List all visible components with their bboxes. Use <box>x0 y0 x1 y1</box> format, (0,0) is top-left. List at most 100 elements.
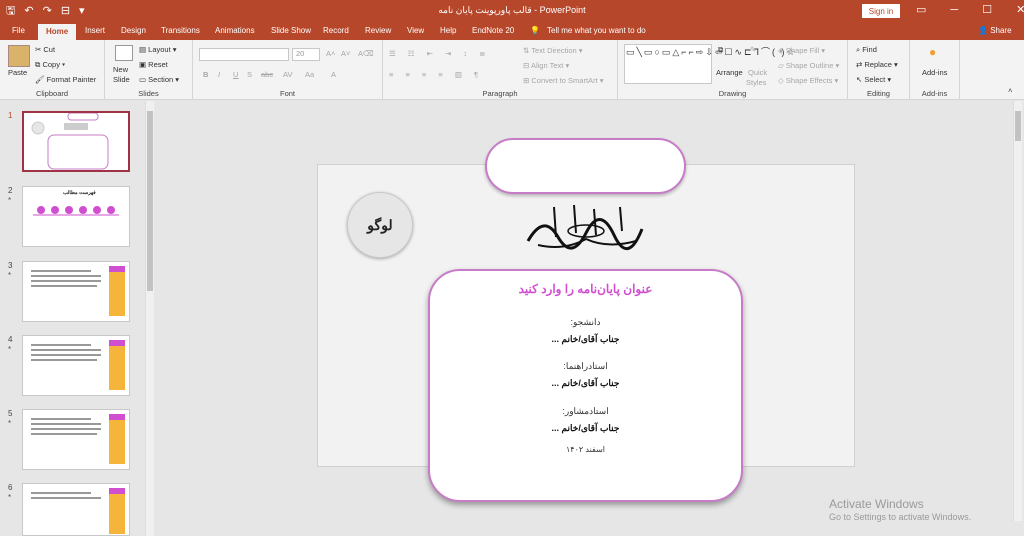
strikethrough-button[interactable]: abc <box>261 70 273 79</box>
advisor-value: جناب آقای/خانم ... <box>551 378 620 388</box>
editing-group: ⌕ Find ⇄ Replace ▾ ↖ Select ▾ Editing <box>848 40 910 100</box>
text-direction-icon: ⇅ <box>523 46 532 55</box>
effects-icon: ◇ <box>778 76 786 85</box>
slide-thumbnail-2[interactable]: فهرست مطالب <box>22 186 130 247</box>
convert-smartart-button[interactable]: ⊞ Convert to SmartArt ▾ <box>523 76 604 85</box>
maximize-icon[interactable]: ☐ <box>982 3 992 17</box>
editor-scrollbar[interactable] <box>1013 101 1022 521</box>
layout-button[interactable]: ▤ Layout ▾ <box>139 45 177 54</box>
cut-button[interactable]: ✂ Cut <box>35 45 55 54</box>
shape-fill-button[interactable]: ◈ Shape Fill ▾ <box>778 46 825 55</box>
ribbon-display-icon[interactable]: ▭ <box>916 3 926 17</box>
arrange-button[interactable]: Arrange <box>716 68 743 77</box>
slide-thumbnail-4[interactable] <box>22 335 130 396</box>
tab-home[interactable]: Home <box>38 24 77 40</box>
new-slide-icon[interactable] <box>115 45 133 61</box>
tab-design[interactable]: Design <box>121 26 146 36</box>
shape-effects-button[interactable]: ◇ Shape Effects ▾ <box>778 76 838 85</box>
underline-button[interactable]: U <box>233 70 238 79</box>
brush-icon: 🖌 <box>35 75 47 84</box>
tab-slide-show[interactable]: Slide Show <box>271 26 311 36</box>
font-family-field[interactable] <box>199 48 289 61</box>
tab-animations[interactable]: Animations <box>215 26 255 36</box>
title-card[interactable]: عنوان پایان‌نامه را وارد کنید دانشجو: جن… <box>428 269 743 502</box>
select-button[interactable]: ↖ Select ▾ <box>856 75 891 84</box>
arrange-icon[interactable]: ⧉ <box>718 45 736 61</box>
header-pill-shape[interactable] <box>485 138 686 194</box>
shape-outline-button[interactable]: ▱ Shape Outline ▾ <box>778 61 839 70</box>
shapes-gallery[interactable]: ▭╲▭○▭△⌐⌐⇨⇩⇦☐∿⊏ᒣ⌒( )☆ <box>624 44 795 84</box>
find-button[interactable]: ⌕ Find <box>856 45 877 55</box>
reset-button[interactable]: ▣ Reset <box>139 60 168 69</box>
new-slide-button[interactable]: New <box>113 65 128 74</box>
thumbnail-scrollbar[interactable] <box>145 101 154 536</box>
quick-styles-button[interactable]: Quick <box>748 68 767 77</box>
slide-number-2: 2 <box>8 186 13 195</box>
quick-styles-button-line2[interactable]: Styles <box>746 78 766 87</box>
new-slide-button-line2[interactable]: Slide <box>113 75 130 84</box>
ribbon: Paste ✂ Cut ⧉ Copy ▾ 🖌 Format Painter Cl… <box>0 40 1024 100</box>
slide-thumbnail-3[interactable] <box>22 261 130 322</box>
slide-star-4: * <box>8 345 12 354</box>
case-button[interactable]: Aa <box>305 70 314 79</box>
reset-icon: ▣ <box>139 60 149 69</box>
editor-scroll-thumb[interactable] <box>1015 111 1021 141</box>
align-text-button[interactable]: ⊟ Align Text ▾ <box>523 61 569 70</box>
list-buttons[interactable]: ☰ ☷ ⇤ ⇥ ↕ ≣ <box>389 49 490 58</box>
tab-record[interactable]: Record <box>323 26 349 36</box>
thumbnail-scroll-thumb[interactable] <box>147 111 153 291</box>
addins-button[interactable]: Add-ins <box>922 68 947 77</box>
format-painter-button[interactable]: 🖌 Format Painter <box>35 75 96 84</box>
slides-label: Slides <box>138 89 159 98</box>
grow-font-icon[interactable]: A˄ <box>326 49 335 58</box>
slide-thumbnail-6[interactable] <box>22 483 130 536</box>
italic-button[interactable]: I <box>218 70 220 79</box>
section-button[interactable]: ▭ Section ▾ <box>139 75 179 84</box>
paste-button[interactable]: Paste <box>8 68 27 77</box>
bold-button[interactable]: B <box>203 70 208 79</box>
tell-me-search[interactable]: Tell me what you want to do <box>547 26 646 36</box>
share-button[interactable]: 👤 Share <box>978 26 1012 35</box>
thumbnail-2-title: فهرست مطالب <box>63 190 96 196</box>
paragraph-group: ☰ ☷ ⇤ ⇥ ↕ ≣ ≡ ≡ ≡ ≡ ▥ ¶ ⇅ Text Direction… <box>383 40 618 100</box>
shadow-button[interactable]: S <box>247 70 252 79</box>
clear-format-icon[interactable]: A⌫ <box>358 49 374 58</box>
tab-view[interactable]: View <box>407 26 424 36</box>
addins-icon[interactable]: ● <box>929 45 936 59</box>
title-bar: 🖫 ↶ ↷ ⊟ ▾ قالب پاورپوینت پایان نامه - Po… <box>0 0 1024 22</box>
minimize-icon[interactable]: ─ <box>950 3 958 17</box>
advisor-label: استادراهنما: <box>563 361 608 371</box>
collapse-ribbon-icon[interactable]: ˄ <box>1008 86 1012 95</box>
tab-endnote[interactable]: EndNote 20 <box>472 26 514 36</box>
text-direction-button[interactable]: ⇅ Text Direction ▾ <box>523 46 583 55</box>
tab-file[interactable]: File <box>12 26 25 36</box>
slide-thumbnail-1[interactable] <box>22 111 130 172</box>
tab-insert[interactable]: Insert <box>85 26 105 36</box>
close-icon[interactable]: ✕ <box>1016 3 1024 17</box>
slides-group: New Slide ▤ Layout ▾ ▣ Reset ▭ Section ▾… <box>105 40 193 100</box>
slide-star-3: * <box>8 271 12 280</box>
tab-transitions[interactable]: Transitions <box>161 26 200 36</box>
consultant-label: استادمشاور: <box>562 406 609 416</box>
quick-styles-icon[interactable]: ✎ <box>750 45 756 54</box>
tab-review[interactable]: Review <box>365 26 391 36</box>
lightbulb-icon: 💡 <box>530 26 540 35</box>
logo-circle[interactable]: لوگو <box>347 192 413 258</box>
addins-label: Add-ins <box>921 89 948 98</box>
font-size-field[interactable]: 20 <box>292 48 320 61</box>
font-group: 20 A˄ A˅ A⌫ B I U S abc AV Aa A Font <box>193 40 383 100</box>
copy-button[interactable]: ⧉ Copy ▾ <box>35 60 65 70</box>
replace-button[interactable]: ⇄ Replace ▾ <box>856 60 898 69</box>
sign-in-button[interactable]: Sign in <box>862 4 900 18</box>
spacing-button[interactable]: AV <box>283 70 292 79</box>
slide-star-2: * <box>8 196 12 205</box>
addins-group: ● Add-ins Add-ins <box>910 40 960 100</box>
tab-help[interactable]: Help <box>440 26 456 36</box>
font-color-button[interactable]: A <box>331 70 336 79</box>
thumbnail-pane: 1 2 * فهرست مطالب 3 * 4 * 5 * 6 * <box>0 101 155 536</box>
paste-icon[interactable] <box>8 45 30 67</box>
slide-thumbnail-5[interactable] <box>22 409 130 470</box>
alignment-buttons[interactable]: ≡ ≡ ≡ ≡ ▥ ¶ <box>389 70 483 79</box>
fill-icon: ◈ <box>778 46 786 55</box>
shrink-font-icon[interactable]: A˅ <box>341 49 350 58</box>
